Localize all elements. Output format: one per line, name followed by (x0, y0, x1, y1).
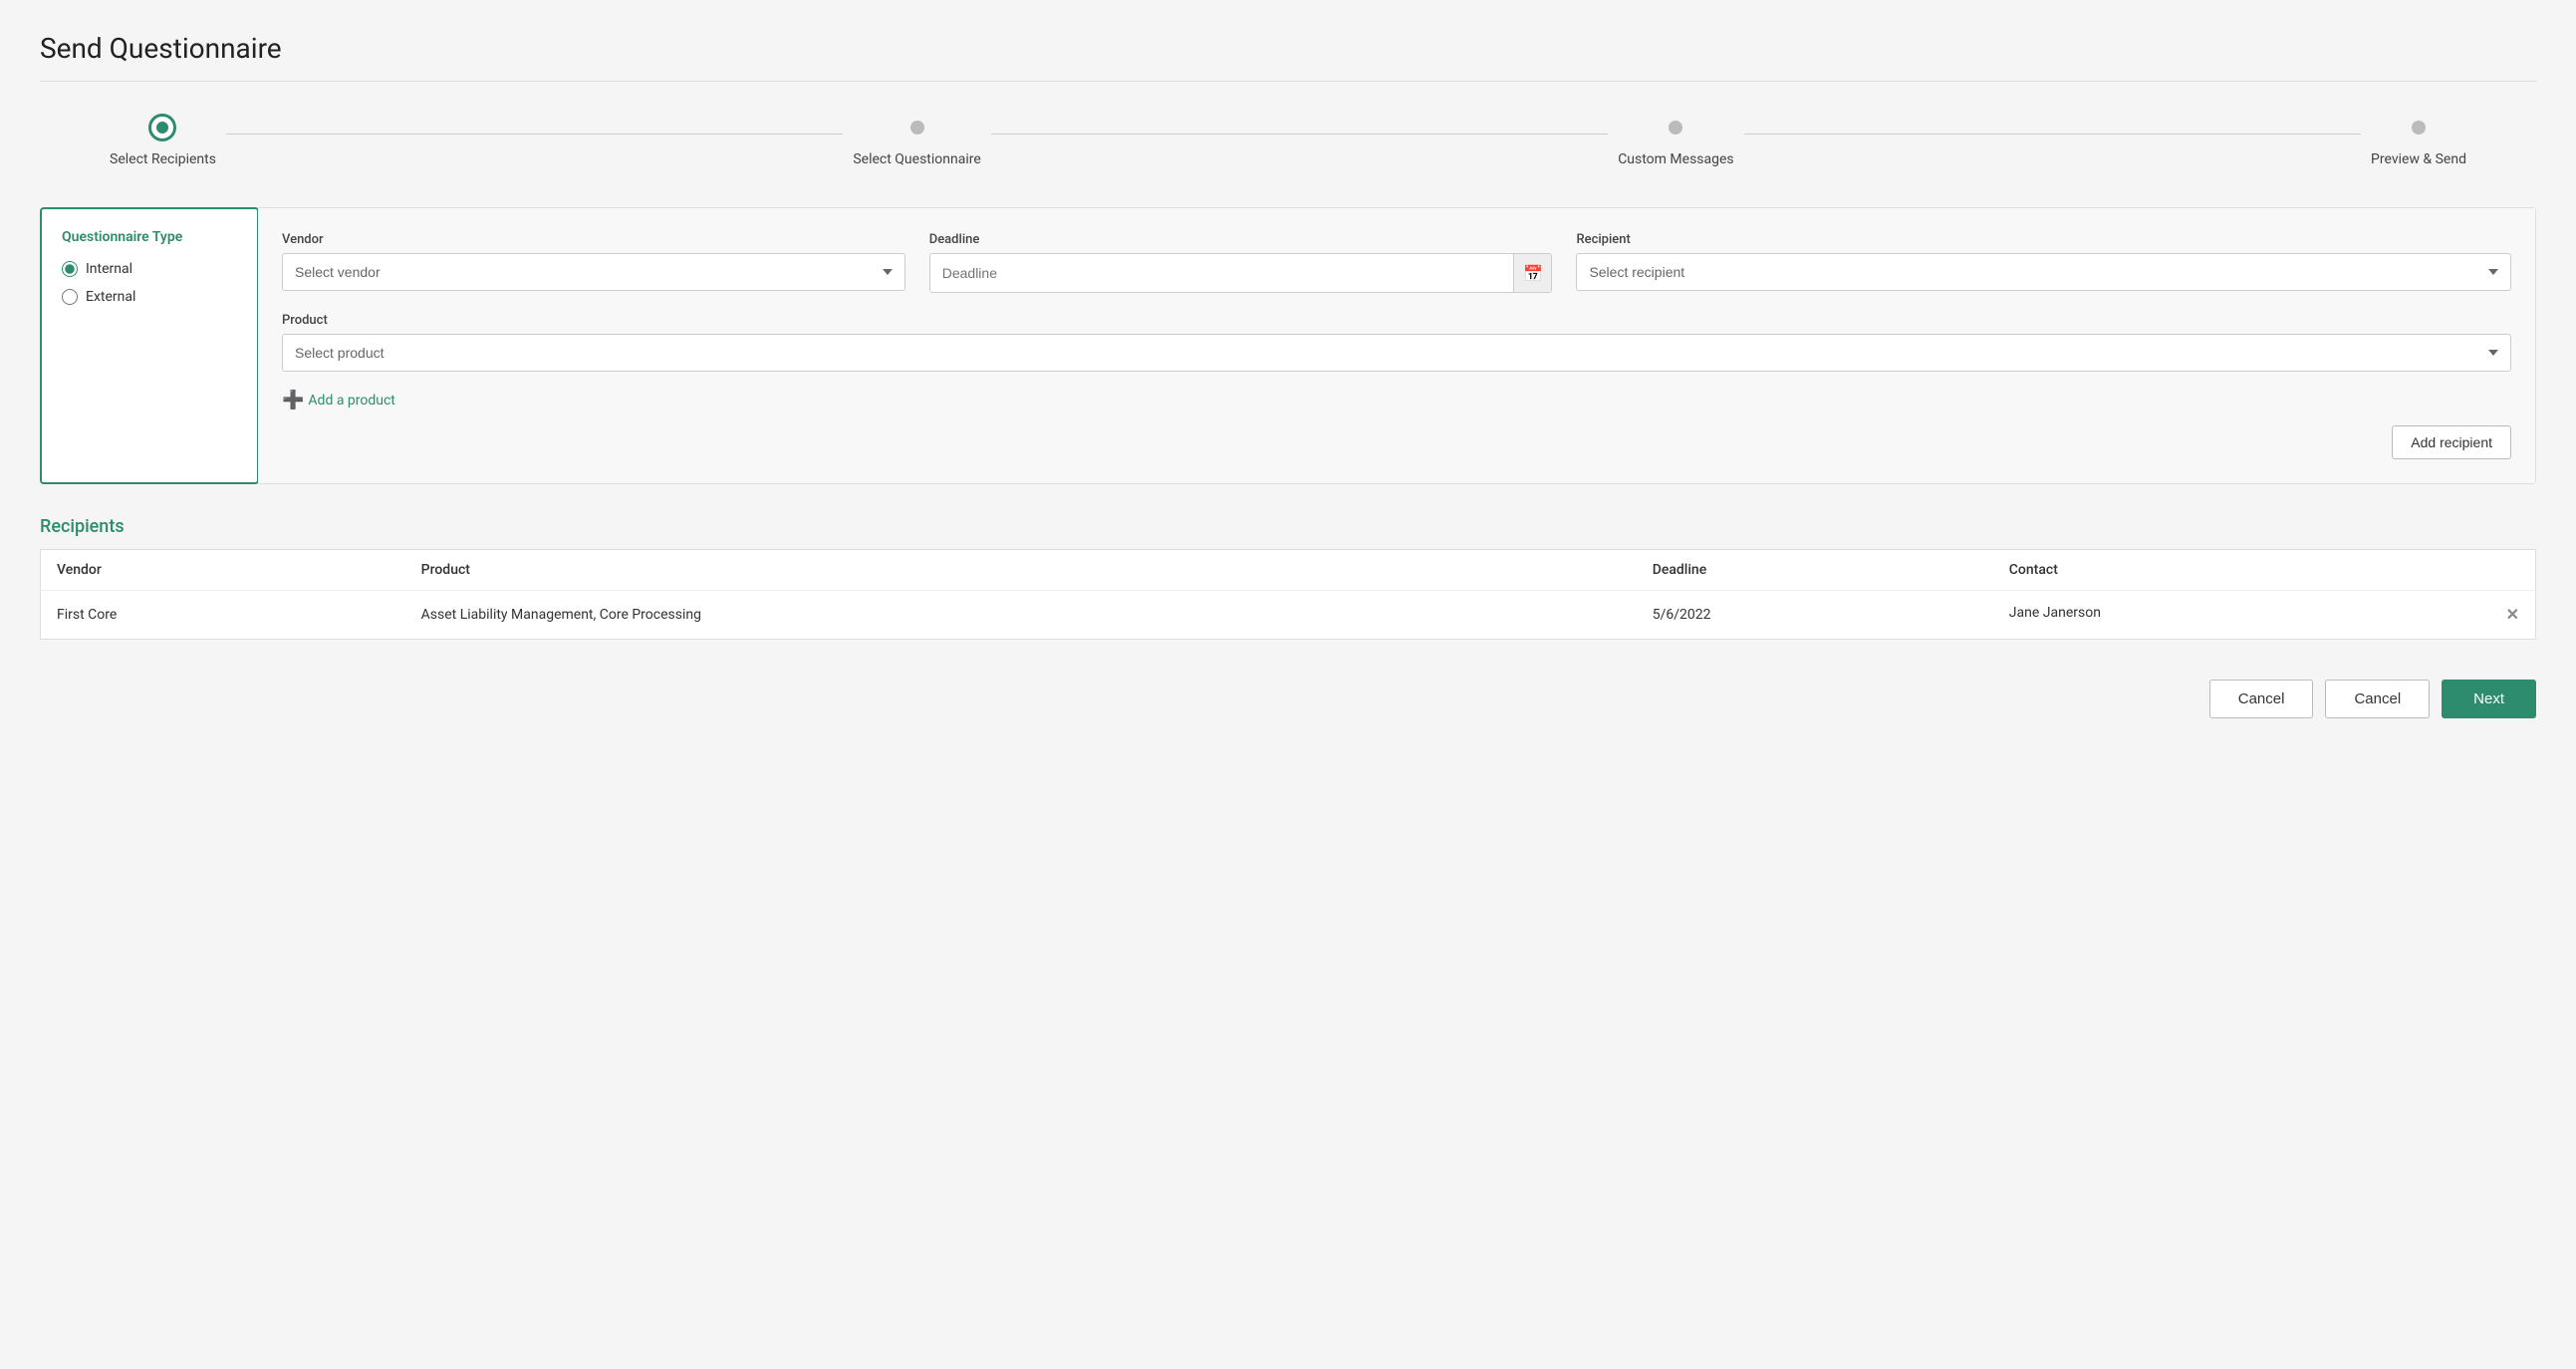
form-row-1: Vendor Select vendor Deadline 📅 Recipien… (282, 232, 2511, 293)
add-product-label: Add a product (308, 393, 394, 409)
plus-icon: ➕ (282, 392, 304, 410)
step-select-recipients[interactable]: Select Recipients (100, 114, 226, 167)
step-preview-send[interactable]: Preview & Send (2361, 114, 2476, 167)
col-header-contact: Contact (1993, 550, 2536, 591)
radio-internal-label: Internal (86, 261, 132, 277)
deadline-input[interactable] (930, 254, 1514, 292)
recipient-group: Recipient Select recipient (1576, 232, 2511, 291)
radio-external-input[interactable] (62, 289, 78, 305)
add-recipient-row: Add recipient (282, 425, 2511, 459)
stepper: Select Recipients Select Questionnaire C… (40, 114, 2536, 167)
deadline-wrapper: 📅 (929, 253, 1553, 293)
step-custom-messages[interactable]: Custom Messages (1608, 114, 1743, 167)
col-header-vendor: Vendor (41, 550, 405, 591)
add-product-link[interactable]: ➕ Add a product (282, 392, 2511, 410)
next-button[interactable]: Next (2442, 680, 2536, 718)
product-label: Product (282, 313, 2511, 328)
recipient-select[interactable]: Select recipient (1576, 253, 2511, 291)
page-title: Send Questionnaire (40, 32, 2536, 65)
step-label-3: Custom Messages (1618, 151, 1733, 167)
questionnaire-type-options: Internal External (62, 261, 237, 305)
recipients-table: Vendor Product Deadline Contact First Co… (40, 549, 2536, 640)
vendor-select[interactable]: Select vendor (282, 253, 905, 291)
step-label-2: Select Questionnaire (853, 151, 980, 167)
title-divider (40, 81, 2536, 82)
form-panel: Vendor Select vendor Deadline 📅 Recipien… (258, 208, 2535, 483)
cell-deadline: 5/6/2022 (1637, 591, 1993, 640)
vendor-group: Vendor Select vendor (282, 232, 905, 291)
recipient-label: Recipient (1576, 232, 2511, 247)
radio-external[interactable]: External (62, 289, 237, 305)
cancel-button-2[interactable]: Cancel (2325, 680, 2430, 718)
cell-product: Asset Liability Management, Core Process… (405, 591, 1637, 640)
step-circle-4 (2412, 121, 2426, 135)
table-header-row: Vendor Product Deadline Contact (41, 550, 2536, 591)
step-circle-3 (1669, 121, 1682, 135)
step-label-1: Select Recipients (110, 151, 216, 167)
cell-contact: Jane Janerson ✕ (1993, 591, 2536, 640)
footer-buttons: Cancel Cancel Next (40, 672, 2536, 718)
cancel-button-1[interactable]: Cancel (2209, 680, 2314, 718)
step-select-questionnaire[interactable]: Select Questionnaire (843, 114, 990, 167)
main-content-area: Questionnaire Type Internal External Ven… (40, 207, 2536, 484)
questionnaire-type-panel: Questionnaire Type Internal External (40, 207, 259, 484)
vendor-label: Vendor (282, 232, 905, 247)
product-group: Product Select product (282, 313, 2511, 372)
add-recipient-button[interactable]: Add recipient (2392, 425, 2511, 459)
table-row: First Core Asset Liability Management, C… (41, 591, 2536, 640)
step-label-4: Preview & Send (2371, 151, 2466, 167)
product-select[interactable]: Select product (282, 334, 2511, 372)
delete-row-button[interactable]: ✕ (2506, 605, 2519, 625)
step-circle-1 (148, 114, 176, 141)
recipients-section: Recipients Vendor Product Deadline Conta… (40, 516, 2536, 640)
recipients-title: Recipients (40, 516, 2536, 537)
radio-external-label: External (86, 289, 135, 305)
col-header-deadline: Deadline (1637, 550, 1993, 591)
radio-internal[interactable]: Internal (62, 261, 237, 277)
step-circle-2 (910, 121, 924, 135)
form-row-2: Product Select product (282, 313, 2511, 372)
radio-internal-input[interactable] (62, 261, 78, 277)
cell-vendor: First Core (41, 591, 405, 640)
deadline-group: Deadline 📅 (929, 232, 1553, 293)
col-header-product: Product (405, 550, 1637, 591)
questionnaire-type-title: Questionnaire Type (62, 229, 237, 245)
deadline-label: Deadline (929, 232, 1553, 247)
calendar-icon[interactable]: 📅 (1513, 254, 1551, 292)
